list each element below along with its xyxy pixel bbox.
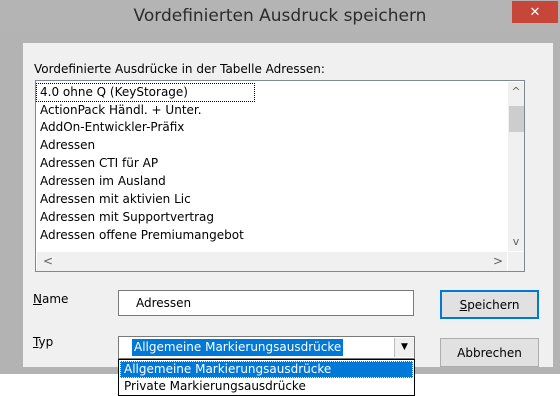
vertical-scroll-thumb[interactable] [509,106,524,132]
type-label: Typ [33,335,53,349]
dialog-window: Vordefinierten Ausdruck speichern ✕ Vord… [0,0,560,374]
type-select[interactable]: Allgemeine Markierungsausdrücke ▼ [118,336,415,359]
list-caption: Vordefinierte Ausdrücke in der Tabelle A… [34,62,325,76]
type-label-rest: yp [38,335,54,349]
close-icon: ✕ [529,4,541,20]
expressions-listbox[interactable]: 4.0 ohne Q (KeyStorage) ActionPack Händl… [35,80,525,272]
name-label: Name [33,292,68,306]
horizontal-scrollbar[interactable]: < > [37,252,507,271]
cancel-button[interactable]: Abbrechen [440,338,539,367]
save-label-rest: peichern [467,297,520,312]
list-item[interactable]: 4.0 ohne Q (KeyStorage) [36,83,255,102]
list-item[interactable]: ActionPack Händl. + Unter. [40,102,202,119]
type-select-value: Allgemeine Markierungsausdrücke [132,339,344,356]
list-item[interactable]: Adressen CTI für AP [40,155,158,172]
scrollbar-corner [508,252,524,271]
dialog-title: Vordefinierten Ausdruck speichern [133,6,427,26]
title-bar[interactable]: Vordefinierten Ausdruck speichern ✕ [0,0,560,32]
save-button[interactable]: Speichern [440,290,539,319]
list-item[interactable]: Adressen mit aktivien Lic [40,191,191,208]
scroll-down-icon[interactable]: v [508,234,524,250]
list-item[interactable]: AddOn-Entwickler-Präfix [40,119,184,136]
type-option-general[interactable]: Allgemeine Markierungsausdrücke [120,361,413,378]
scroll-up-icon[interactable]: ^ [508,84,524,100]
close-button[interactable]: ✕ [512,1,558,23]
scroll-left-icon[interactable]: < [39,252,57,271]
name-input[interactable]: Adressen [118,290,414,316]
scroll-right-icon[interactable]: > [489,252,507,271]
dropdown-arrow-icon[interactable]: ▼ [394,338,414,357]
type-dropdown-list: Allgemeine Markierungsausdrücke Private … [118,359,415,396]
name-label-mnemonic: N [33,292,42,306]
vertical-scrollbar[interactable]: ^ v [508,82,524,251]
list-item[interactable]: Adressen [40,137,95,154]
list-item[interactable]: Adressen mit Supportvertrag [40,209,214,226]
name-label-rest: ame [41,292,69,306]
list-item[interactable]: Adressen im Ausland [40,173,166,190]
save-mnemonic: S [459,297,468,312]
type-option-private[interactable]: Private Markierungsausdrücke [120,378,413,395]
list-item[interactable]: Adressen offene Premiumangebot [40,227,244,244]
